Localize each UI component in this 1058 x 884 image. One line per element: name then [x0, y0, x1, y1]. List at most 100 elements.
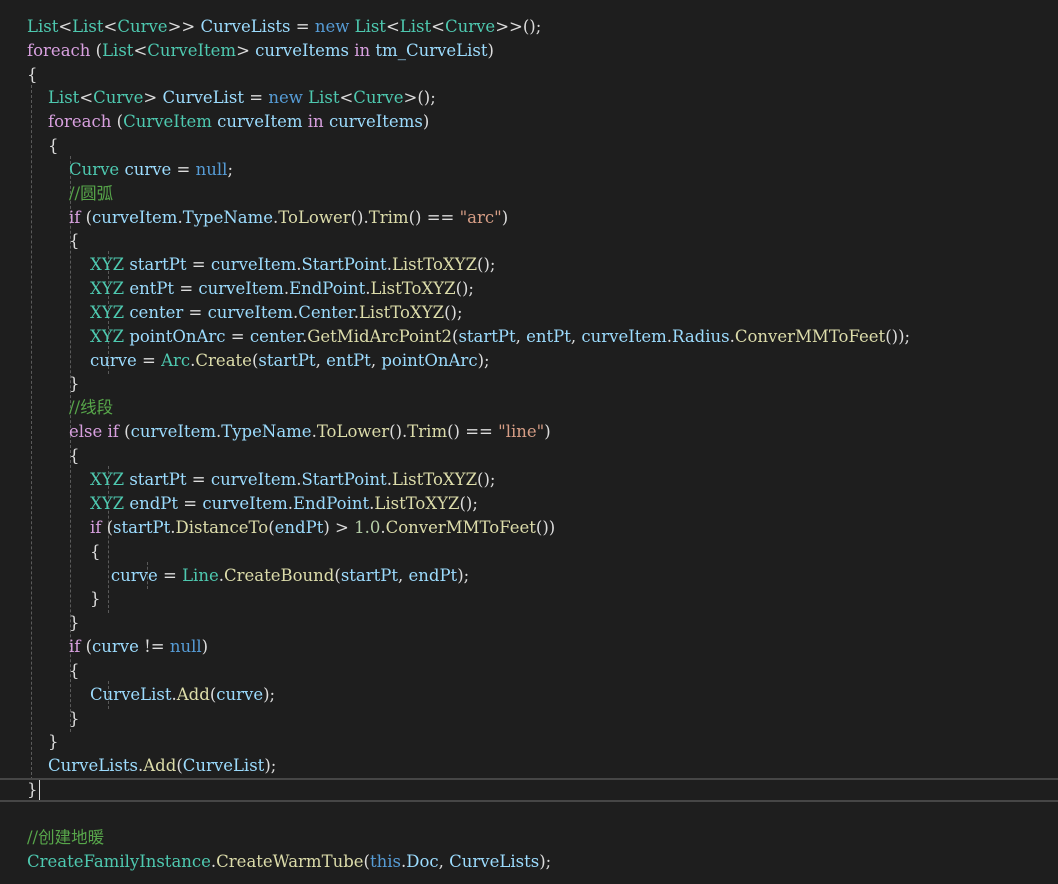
code-token: GetMidArcPoint2: [307, 327, 452, 346]
code-line[interactable]: if (curveItem.TypeName.ToLower().Trim() …: [0, 206, 1058, 230]
code-line[interactable]: {: [0, 229, 1058, 253]
code-line[interactable]: //创建地暖: [0, 826, 1058, 850]
code-line[interactable]: curve = Line.CreateBound(startPt, endPt)…: [0, 564, 1058, 588]
code-token: {: [27, 446, 80, 465]
code-text: CreateFamilyInstance.CreateWarmTube(this…: [27, 850, 551, 874]
code-text: {: [27, 540, 101, 564]
code-line[interactable]: }: [0, 611, 1058, 635]
code-text: XYZ startPt = curveItem.StartPoint.ListT…: [27, 468, 496, 492]
code-token: =: [157, 566, 183, 585]
code-line[interactable]: if (curve != null): [0, 635, 1058, 659]
code-token: =: [174, 279, 199, 298]
code-line[interactable]: List<List<Curve>> CurveLists = new List<…: [0, 15, 1058, 39]
code-token: "arc": [459, 208, 502, 227]
code-text: curve = Line.CreateBound(startPt, endPt)…: [27, 564, 469, 588]
code-text: List<Curve> CurveList = new List<Curve>(…: [27, 86, 436, 110]
code-line[interactable]: XYZ startPt = curveItem.StartPoint.ListT…: [0, 253, 1058, 277]
code-token: 1.0: [354, 518, 381, 537]
code-token: );: [477, 351, 490, 370]
code-token: center: [129, 303, 184, 322]
code-text: if (curve != null): [27, 635, 208, 659]
code-line[interactable]: }: [0, 730, 1058, 754]
code-token: Curve: [117, 17, 168, 36]
code-line[interactable]: XYZ center = curveItem.Center.ListToXYZ(…: [0, 301, 1058, 325]
code-token: );: [457, 566, 470, 585]
code-text: XYZ startPt = curveItem.StartPoint.ListT…: [27, 253, 496, 277]
code-token: ,: [370, 351, 382, 370]
code-line[interactable]: {: [0, 134, 1058, 158]
code-token: new: [314, 17, 350, 36]
code-line[interactable]: CreateFamilyInstance.CreateWarmTube(this…: [0, 850, 1058, 874]
code-token: StartPoint: [301, 470, 387, 489]
code-token: curveItems: [328, 112, 423, 131]
code-token: <: [103, 17, 118, 36]
code-token: //线段: [68, 398, 114, 417]
code-token: if: [89, 518, 102, 537]
code-text: {: [27, 63, 38, 87]
code-token: () ==: [408, 208, 460, 227]
code-line[interactable]: {: [0, 659, 1058, 683]
code-line[interactable]: //线段: [0, 396, 1058, 420]
code-line[interactable]: }: [0, 587, 1058, 611]
code-line[interactable]: Curve curve = null;: [0, 158, 1058, 182]
code-line[interactable]: CurveList.Add(curve);: [0, 683, 1058, 707]
code-token: else: [68, 422, 103, 441]
code-token: =: [225, 327, 250, 346]
code-line[interactable]: {: [0, 540, 1058, 564]
code-token: Curve: [353, 88, 404, 107]
code-token: curveItems: [255, 41, 350, 60]
code-line[interactable]: curve = Arc.Create(startPt, entPt, point…: [0, 349, 1058, 373]
code-token: List: [354, 17, 386, 36]
code-token: XYZ: [89, 303, 125, 322]
code-token: curve: [89, 351, 137, 370]
code-token: >: [236, 41, 256, 60]
code-token: <: [431, 17, 445, 36]
code-token: CurveList: [162, 88, 245, 107]
code-editor[interactable]: List<List<Curve>> CurveLists = new List<…: [0, 0, 1058, 884]
code-token: );: [263, 685, 276, 704]
current-code-line[interactable]: }: [0, 778, 1058, 802]
code-line[interactable]: }: [0, 372, 1058, 396]
code-token: List: [72, 17, 104, 36]
code-token: startPt: [458, 327, 516, 346]
code-line[interactable]: [0, 802, 1058, 826]
code-text: }: [27, 587, 101, 611]
code-line[interactable]: {: [0, 444, 1058, 468]
code-line[interactable]: if (startPt.DistanceTo(endPt) > 1.0.Conv…: [0, 516, 1058, 540]
code-token: StartPoint: [301, 255, 387, 274]
code-token: ();: [477, 255, 496, 274]
code-line[interactable]: {: [0, 63, 1058, 87]
code-line[interactable]: XYZ pointOnArc = center.GetMidArcPoint2(…: [0, 325, 1058, 349]
code-token: ();: [455, 279, 474, 298]
code-line[interactable]: XYZ startPt = curveItem.StartPoint.ListT…: [0, 468, 1058, 492]
code-line[interactable]: XYZ entPt = curveItem.EndPoint.ListToXYZ…: [0, 277, 1058, 301]
code-line[interactable]: XYZ endPt = curveItem.EndPoint.ListToXYZ…: [0, 492, 1058, 516]
code-token: =: [186, 470, 211, 489]
code-line[interactable]: List<Curve> CurveList = new List<Curve>(…: [0, 86, 1058, 110]
code-token: this: [369, 852, 401, 871]
code-token: =: [178, 494, 203, 513]
code-line[interactable]: else if (curveItem.TypeName.ToLower().Tr…: [0, 420, 1058, 444]
code-token: CreateFamilyInstance: [27, 852, 211, 871]
code-text: }: [27, 611, 80, 635]
code-token: endPt: [408, 566, 458, 585]
code-line[interactable]: foreach (CurveItem curveItem in curveIte…: [0, 110, 1058, 134]
code-token: Arc: [161, 351, 191, 370]
code-token: curveItem: [210, 255, 297, 274]
code-line[interactable]: }: [0, 707, 1058, 731]
code-token: Line: [182, 566, 219, 585]
code-line[interactable]: CurveLists.Add(CurveList);: [0, 754, 1058, 778]
code-token: curveItem: [581, 327, 667, 346]
code-token: ().: [389, 422, 408, 441]
code-token: ): [422, 112, 430, 131]
code-token: ());: [885, 327, 911, 346]
code-line[interactable]: foreach (List<CurveItem> curveItems in t…: [0, 39, 1058, 63]
code-token: endPt: [274, 518, 324, 537]
code-token: List: [102, 41, 134, 60]
code-line[interactable]: //圆弧: [0, 182, 1058, 206]
code-token: entPt: [129, 279, 175, 298]
code-token: ListToXYZ: [370, 279, 456, 298]
